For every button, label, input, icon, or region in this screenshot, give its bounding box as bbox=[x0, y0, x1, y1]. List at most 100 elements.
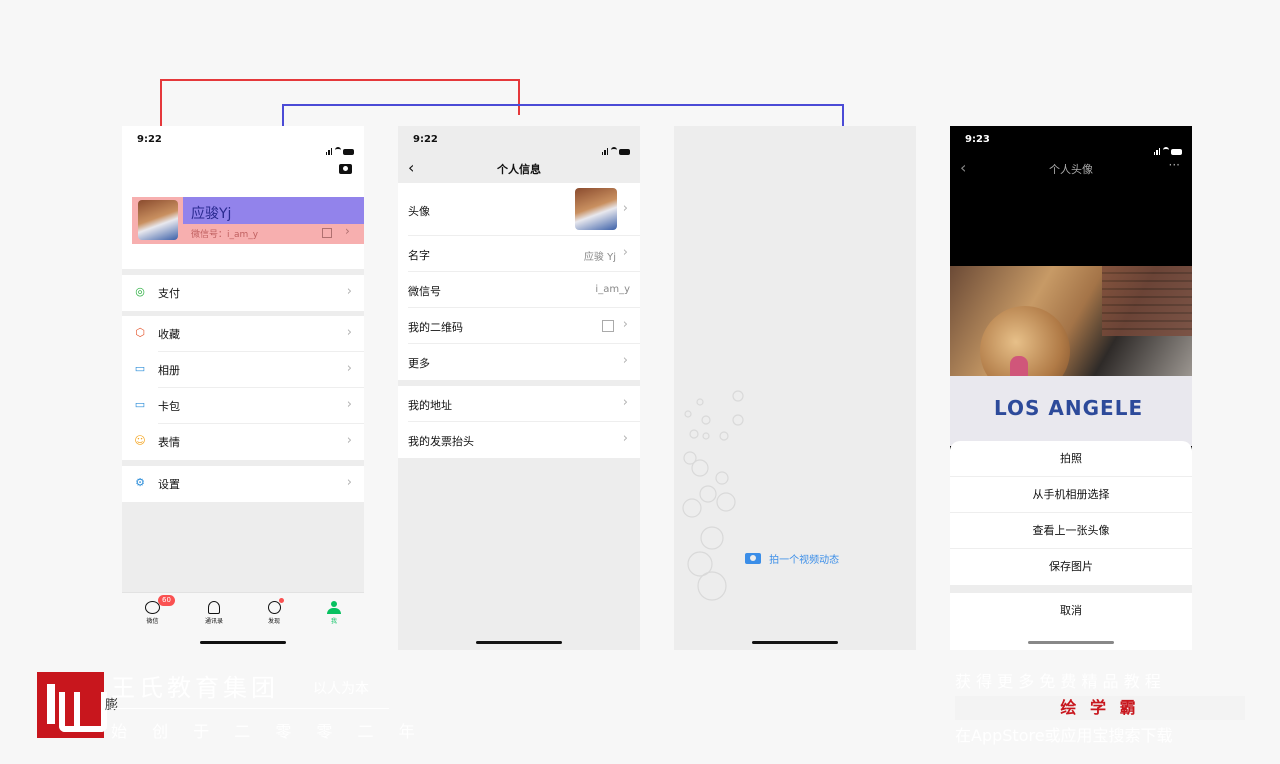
menu-item-label: 相册 bbox=[158, 364, 180, 377]
menu-item[interactable]: ☺ 表情 › bbox=[122, 424, 364, 460]
tab-label-discover: 发现 bbox=[267, 618, 280, 625]
profile-info-row[interactable]: 我的地址 › bbox=[398, 386, 640, 422]
action-sheet-label: 拍照 bbox=[1060, 452, 1082, 465]
bubbles-decoration bbox=[682, 390, 744, 601]
avatar[interactable] bbox=[138, 200, 178, 240]
row-label: 头像 bbox=[408, 204, 430, 218]
favorites-icon: ⬡ bbox=[135, 326, 145, 339]
menu-item-label: 卡包 bbox=[158, 400, 180, 413]
phone-moments-cover-screen: 拍一个视频动态 bbox=[674, 126, 916, 650]
card-icon: ▭ bbox=[134, 398, 146, 411]
row-label: 名字 bbox=[408, 249, 430, 262]
chevron-right-icon: › bbox=[346, 475, 352, 490]
menu-item-label: 设置 bbox=[158, 478, 180, 491]
brand-logo bbox=[37, 672, 107, 738]
status-bar: 9:22 bbox=[398, 126, 640, 155]
contacts-icon bbox=[208, 601, 220, 614]
action-sheet-label: 从手机相册选择 bbox=[1032, 488, 1110, 501]
status-icons bbox=[325, 136, 354, 155]
tab-label-contacts: 通讯录 bbox=[204, 618, 223, 625]
person-icon bbox=[327, 601, 341, 614]
promo-line1: 获 得 更 多 免 费 精 品 教 程 bbox=[955, 672, 1161, 691]
action-sheet-item[interactable]: 保存图片 bbox=[950, 549, 1192, 585]
more-icon[interactable]: ··· bbox=[1169, 158, 1180, 172]
status-time: 9:22 bbox=[413, 134, 438, 145]
album-icon: ▭ bbox=[134, 362, 146, 375]
promo-block: 获 得 更 多 免 费 精 品 教 程 绘 学 霸 在AppStore或应用宝搜… bbox=[955, 668, 1245, 746]
action-sheet-item[interactable]: 拍照 bbox=[950, 441, 1192, 477]
qr-icon[interactable] bbox=[322, 228, 332, 238]
status-bar: 9:22 bbox=[122, 126, 364, 155]
menu-item-label: 收藏 bbox=[158, 328, 180, 341]
phone-profile-info-screen: 9:22 ‹ 个人信息 头像 › 名字 应骏 Yj › 微信号 i_am_y 我的二维码 › 更多… bbox=[398, 126, 640, 650]
tab-contacts[interactable]: 通讯录 bbox=[200, 601, 228, 625]
menu-item[interactable]: ⬡ 收藏 › bbox=[122, 316, 364, 352]
status-icons bbox=[1153, 136, 1182, 155]
profile-info-row[interactable]: 微信号 i_am_y bbox=[398, 272, 640, 308]
action-sheet-label: 查看上一张头像 bbox=[1032, 524, 1110, 537]
status-time: 9:23 bbox=[965, 134, 990, 145]
chevron-right-icon: › bbox=[622, 353, 628, 368]
avatar-thumbnail[interactable] bbox=[575, 188, 617, 230]
chevron-right-icon: › bbox=[346, 397, 352, 412]
red-connector-top bbox=[160, 79, 520, 81]
tab-chats[interactable]: 微信 60 bbox=[140, 595, 175, 625]
tab-discover[interactable]: 发现 bbox=[262, 598, 286, 625]
red-connector-right bbox=[518, 79, 520, 115]
camera-icon[interactable] bbox=[339, 164, 352, 174]
row-label: 微信号 bbox=[408, 285, 441, 298]
chevron-right-icon: › bbox=[622, 431, 628, 446]
promo-app-name[interactable]: 绘 学 霸 bbox=[955, 696, 1245, 720]
profile-info-row[interactable]: 名字 应骏 Yj › bbox=[398, 236, 640, 272]
qr-code-icon bbox=[602, 320, 614, 332]
row-label: 我的地址 bbox=[408, 399, 452, 412]
blue-connector-top bbox=[282, 104, 844, 106]
row-value: 应骏 Yj bbox=[583, 252, 616, 263]
pay-icon: ◎ bbox=[135, 285, 145, 298]
menu-item-label: 支付 bbox=[158, 287, 180, 300]
phone-avatar-viewer-screen: 9:23 ‹ 个人头像 ··· LOS ANGELE 拍照 从手机相册选择 查看上一… bbox=[950, 126, 1192, 650]
status-icons bbox=[601, 136, 630, 155]
shirt-text: LOS ANGELE bbox=[994, 396, 1144, 420]
action-sheet: 拍照从手机相册选择 查看上一张头像 保存图片 取消 bbox=[950, 441, 1192, 650]
status-time: 9:22 bbox=[137, 134, 162, 145]
row-label: 更多 bbox=[408, 357, 430, 370]
status-bar: 9:23 bbox=[950, 126, 1192, 155]
promo-app-label: 绘 学 霸 bbox=[1060, 698, 1140, 717]
profile-info-row[interactable]: 我的发票抬头 › bbox=[398, 422, 640, 458]
profile-info-row[interactable]: 更多 › bbox=[398, 344, 640, 380]
sticker-icon: ☺ bbox=[134, 434, 146, 447]
record-video-label: 拍一个视频动态 bbox=[769, 555, 840, 566]
menu-item[interactable]: ◎ 支付 › bbox=[122, 275, 364, 311]
row-label: 我的发票抬头 bbox=[408, 435, 474, 448]
cancel-label: 取消 bbox=[1060, 604, 1082, 617]
chevron-right-icon[interactable]: › bbox=[345, 224, 350, 238]
home-indicator bbox=[476, 641, 562, 644]
wechat-id: 微信号：i_am_y bbox=[191, 230, 259, 240]
profile-name: 应骏Yj bbox=[191, 206, 232, 222]
menu-item[interactable]: ▭ 卡包 › bbox=[122, 388, 364, 424]
menu-item[interactable]: ▭ 相册 › bbox=[122, 352, 364, 388]
chevron-right-icon: › bbox=[622, 317, 628, 332]
page-title: 个人信息 bbox=[497, 163, 541, 176]
camera-icon bbox=[745, 553, 761, 564]
action-sheet-item[interactable]: 查看上一张头像 bbox=[950, 513, 1192, 549]
brand-founded: 始 创 于 二 零 零 二 年 bbox=[111, 722, 425, 741]
chevron-right-icon: › bbox=[346, 325, 352, 340]
compass-icon bbox=[267, 598, 284, 614]
settings-icon: ⚙ bbox=[135, 476, 145, 489]
blue-connector-right bbox=[842, 104, 844, 126]
action-sheet-item[interactable]: 从手机相册选择 bbox=[950, 477, 1192, 513]
row-label: 我的二维码 bbox=[408, 321, 463, 334]
chevron-right-icon: › bbox=[622, 395, 628, 410]
brand-divider bbox=[111, 708, 389, 709]
chevron-right-icon: › bbox=[622, 245, 628, 260]
record-video-moment-button[interactable]: 拍一个视频动态 bbox=[745, 548, 839, 567]
tab-me[interactable]: 我 bbox=[322, 601, 346, 625]
chevron-right-icon: › bbox=[346, 361, 352, 376]
tab-label-me: 我 bbox=[330, 618, 337, 625]
brand-name: 王氏教育集团 bbox=[111, 674, 279, 702]
chevron-right-icon: › bbox=[346, 284, 352, 299]
action-sheet-label: 保存图片 bbox=[1049, 560, 1093, 573]
menu-item[interactable]: ⚙ 设置 › bbox=[122, 466, 364, 502]
